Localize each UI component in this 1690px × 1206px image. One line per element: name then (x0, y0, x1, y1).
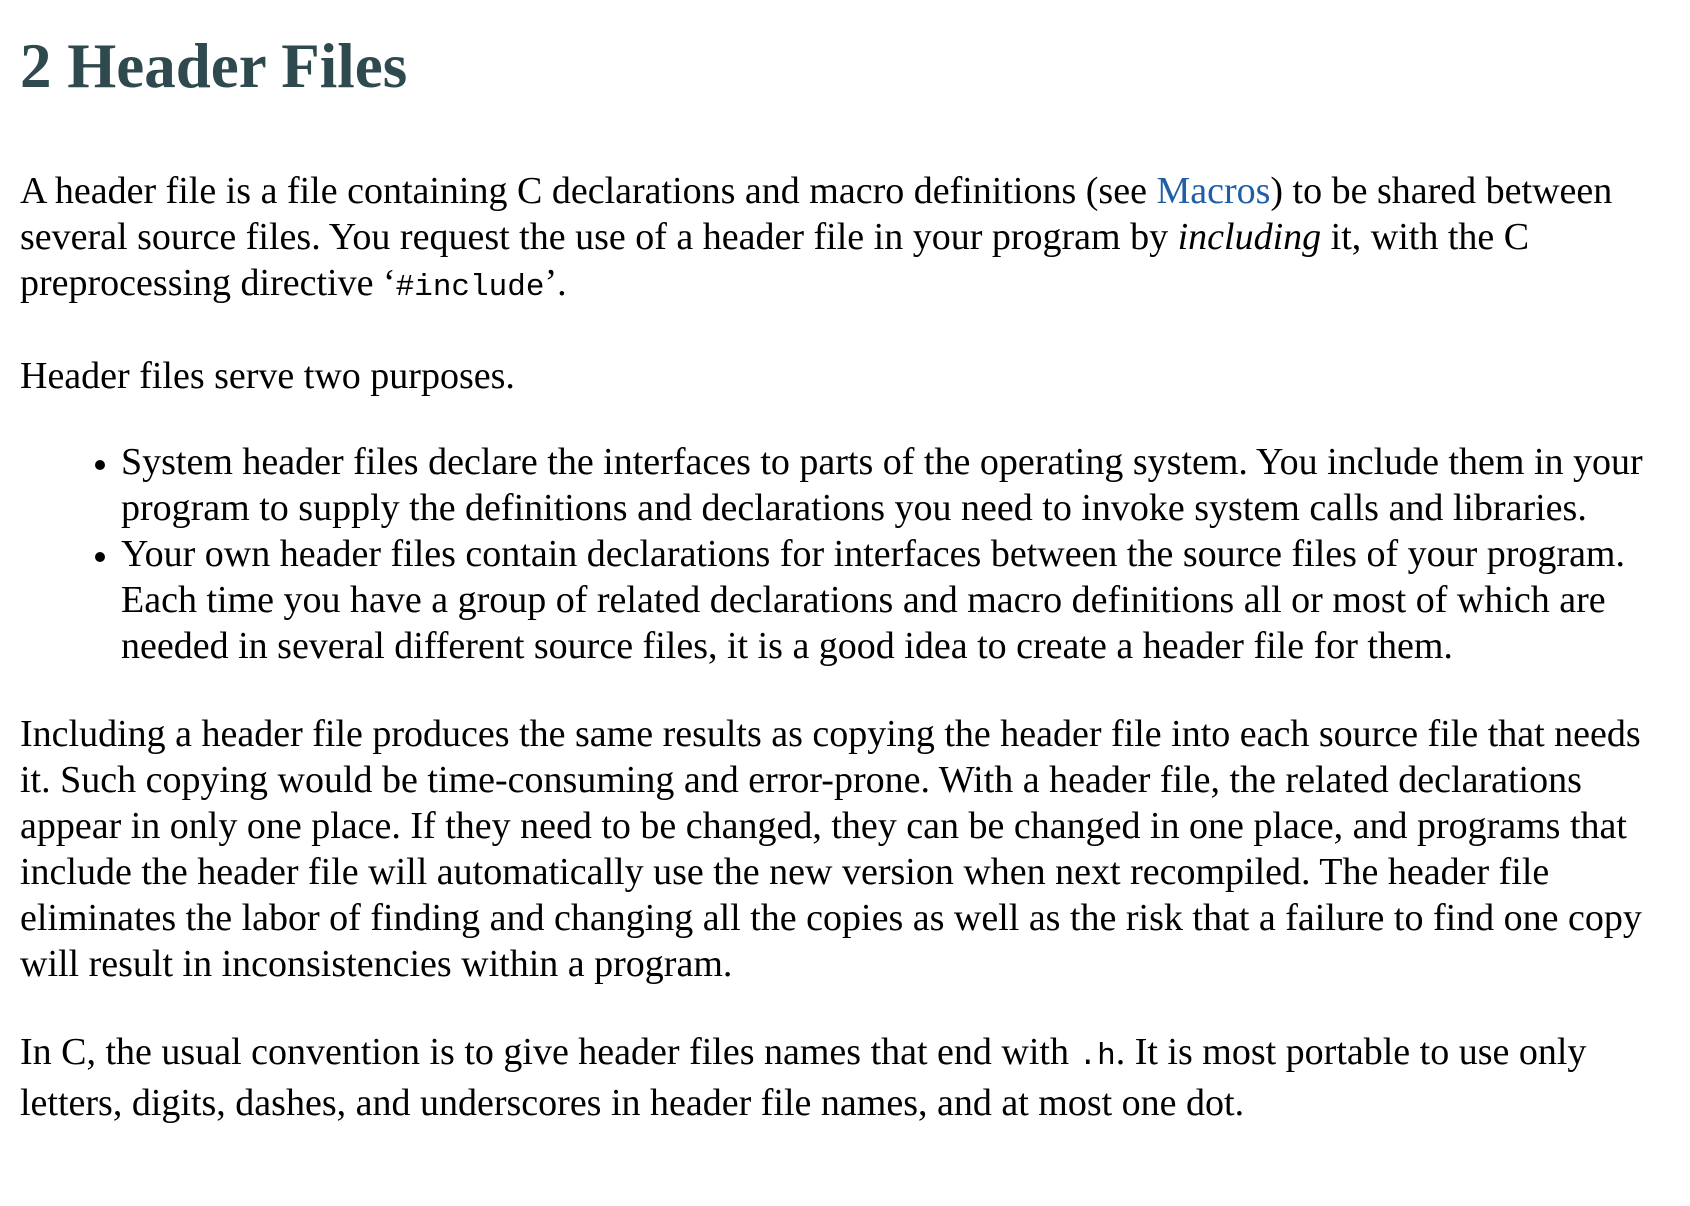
include-directive-code: #include (395, 270, 545, 305)
macros-link[interactable]: Macros (1156, 170, 1270, 212)
page-title: 2 Header Files (20, 31, 408, 101)
convention-paragraph: In C, the usual convention is to give he… (20, 1029, 1680, 1126)
purposes-list: System header files declare the interfac… (20, 439, 1680, 669)
intro-text-1: A header file is a file containing C dec… (20, 170, 1157, 212)
list-item: Your own header files contain declaratio… (121, 531, 1680, 669)
purposes-intro: Header files serve two purposes. (20, 355, 515, 397)
convention-text-1: In C, the usual convention is to give he… (20, 1031, 1079, 1073)
document-page: 2 Header Files A header file is a file c… (20, 0, 1680, 1126)
intro-paragraph: A header file is a file containing C dec… (20, 168, 1680, 311)
list-item: System header files declare the interfac… (121, 439, 1680, 531)
including-paragraph: Including a header file produces the sam… (20, 713, 1642, 985)
intro-emphasis: including (1177, 216, 1322, 258)
h-extension-code: .h (1078, 1039, 1116, 1074)
intro-text-4: ’. (544, 262, 567, 304)
